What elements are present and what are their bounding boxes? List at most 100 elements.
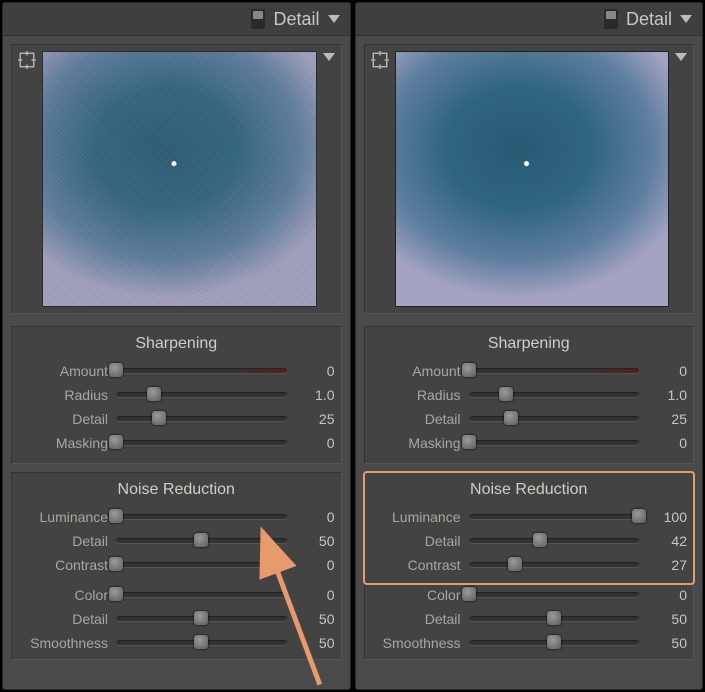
slider-value[interactable]: 0 — [295, 509, 335, 525]
panel-header: Detail — [3, 3, 350, 36]
slider-track[interactable] — [116, 538, 287, 544]
slider-track[interactable] — [469, 440, 640, 446]
section-title: Noise Reduction — [16, 481, 337, 499]
slider-detail: Detail 25 — [369, 407, 690, 431]
slider-track[interactable] — [116, 392, 287, 398]
slider-track[interactable] — [116, 514, 287, 520]
slider-thumb-icon[interactable] — [109, 363, 123, 377]
collapse-triangle-icon[interactable] — [328, 15, 340, 23]
slider-track[interactable] — [116, 440, 287, 446]
slider-value[interactable]: 1.0 — [295, 387, 335, 403]
slider-thumb-icon[interactable] — [109, 587, 123, 601]
slider-track[interactable] — [116, 616, 287, 622]
slider-value[interactable]: 50 — [295, 533, 335, 549]
slider-label: Radius — [371, 387, 461, 403]
slider-label: Color — [18, 587, 108, 603]
slider-track[interactable] — [116, 562, 287, 568]
slider-thumb-icon[interactable] — [632, 509, 646, 523]
slider-label: Color — [371, 587, 461, 603]
slider-value[interactable]: 0 — [295, 587, 335, 603]
slider-label: Detail — [371, 411, 461, 427]
target-picker-icon[interactable] — [371, 51, 389, 69]
slider-track[interactable] — [469, 592, 640, 598]
panel-title: Detail — [273, 9, 319, 30]
slider-value[interactable]: 0 — [647, 587, 687, 603]
slider-value[interactable]: 50 — [647, 611, 687, 627]
slider-thumb-icon[interactable] — [462, 363, 476, 377]
slider-thumb-icon[interactable] — [547, 635, 561, 649]
preview-image-after[interactable] — [395, 51, 670, 307]
slider-thumb-icon[interactable] — [147, 387, 161, 401]
slider-track[interactable] — [469, 562, 640, 568]
panel-switch-icon[interactable] — [251, 9, 265, 29]
slider-value[interactable]: 0 — [295, 557, 335, 573]
slider-track[interactable] — [116, 640, 287, 646]
slider-label: Contrast — [371, 557, 461, 573]
slider-thumb-icon[interactable] — [194, 635, 208, 649]
slider-luminance-contrast: Contrast 0 — [16, 553, 337, 577]
slider-thumb-icon[interactable] — [504, 411, 518, 425]
slider-masking: Masking 0 — [16, 431, 337, 455]
target-picker-icon[interactable] — [18, 51, 36, 69]
slider-value[interactable]: 0 — [647, 435, 687, 451]
slider-detail: Detail 25 — [16, 407, 337, 431]
slider-thumb-icon[interactable] — [194, 533, 208, 547]
slider-luminance-detail: Detail 50 — [16, 529, 337, 553]
slider-label: Radius — [18, 387, 108, 403]
slider-label: Amount — [18, 363, 108, 379]
slider-thumb-icon[interactable] — [547, 611, 561, 625]
slider-amount: Amount 0 — [16, 359, 337, 383]
slider-thumb-icon[interactable] — [462, 587, 476, 601]
slider-value[interactable]: 0 — [295, 363, 335, 379]
slider-color-detail: Detail 50 — [369, 607, 690, 631]
slider-thumb-icon[interactable] — [109, 557, 123, 571]
panel-header: Detail — [356, 3, 703, 36]
preview-options-triangle-icon[interactable] — [675, 53, 687, 61]
slider-track[interactable] — [469, 640, 640, 646]
slider-track[interactable] — [116, 416, 287, 422]
slider-thumb-icon[interactable] — [508, 557, 522, 571]
noise-reduction-section: Noise Reduction Luminance 0 Detail 50 Co… — [11, 472, 342, 660]
slider-track[interactable] — [116, 368, 287, 374]
slider-value[interactable]: 50 — [647, 635, 687, 651]
slider-value[interactable]: 1.0 — [647, 387, 687, 403]
slider-thumb-icon[interactable] — [109, 435, 123, 449]
slider-value[interactable]: 50 — [295, 635, 335, 651]
slider-luminance-detail: Detail 42 — [369, 529, 690, 553]
slider-thumb-icon[interactable] — [194, 611, 208, 625]
slider-track[interactable] — [116, 592, 287, 598]
slider-value[interactable]: 50 — [295, 611, 335, 627]
preview-box — [11, 44, 342, 314]
preview-options-triangle-icon[interactable] — [323, 53, 335, 61]
slider-label: Detail — [371, 533, 461, 549]
slider-thumb-icon[interactable] — [462, 435, 476, 449]
slider-label: Luminance — [371, 509, 461, 525]
slider-thumb-icon[interactable] — [533, 533, 547, 547]
slider-track[interactable] — [469, 538, 640, 544]
slider-value[interactable]: 27 — [647, 557, 687, 573]
panels-container: Detail Sharpening Amount 0 Radius — [0, 0, 705, 692]
slider-track[interactable] — [469, 368, 640, 374]
slider-value[interactable]: 100 — [647, 509, 687, 525]
preview-image-before[interactable] — [42, 51, 317, 307]
slider-thumb-icon[interactable] — [152, 411, 166, 425]
slider-value[interactable]: 0 — [295, 435, 335, 451]
slider-thumb-icon[interactable] — [109, 509, 123, 523]
slider-luminance: Luminance 0 — [16, 505, 337, 529]
sharpening-section: Sharpening Amount 0 Radius 1.0 Detail 25… — [364, 326, 695, 464]
slider-track[interactable] — [469, 514, 640, 520]
slider-value[interactable]: 25 — [295, 411, 335, 427]
collapse-triangle-icon[interactable] — [680, 15, 692, 23]
panel-switch-icon[interactable] — [604, 9, 618, 29]
detail-panel-left: Detail Sharpening Amount 0 Radius — [2, 2, 351, 690]
slider-thumb-icon[interactable] — [499, 387, 513, 401]
slider-color: Color 0 — [369, 583, 690, 607]
slider-label: Amount — [371, 363, 461, 379]
slider-value[interactable]: 42 — [647, 533, 687, 549]
slider-value[interactable]: 25 — [647, 411, 687, 427]
slider-track[interactable] — [469, 416, 640, 422]
slider-color-detail: Detail 50 — [16, 607, 337, 631]
slider-track[interactable] — [469, 616, 640, 622]
slider-track[interactable] — [469, 392, 640, 398]
slider-value[interactable]: 0 — [647, 363, 687, 379]
